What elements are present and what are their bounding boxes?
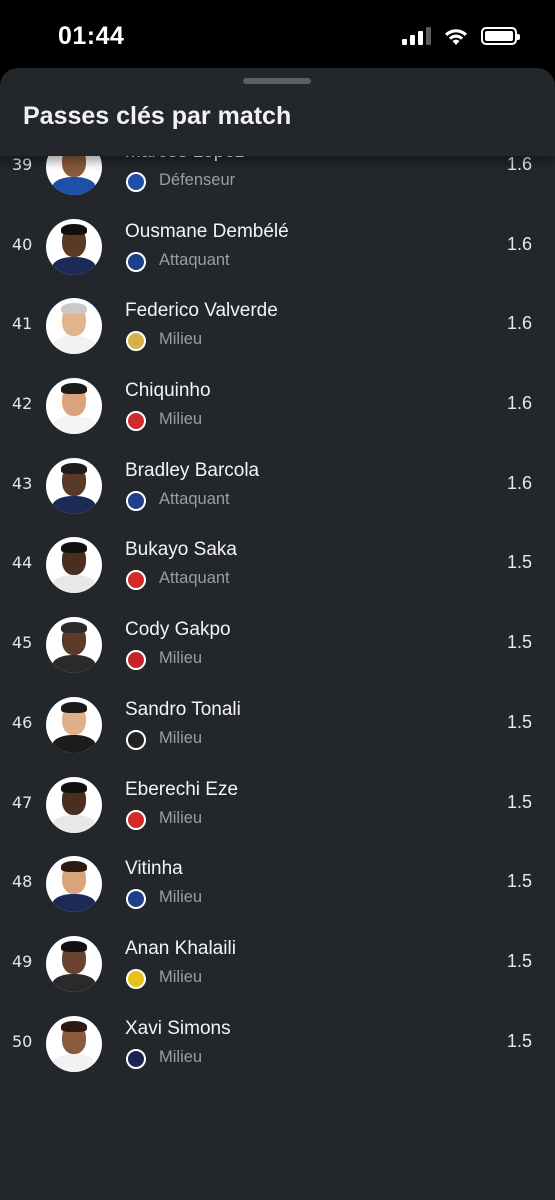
player-avatar (46, 696, 102, 753)
player-position: Milieu (159, 649, 203, 668)
player-name: Bradley Barcola (125, 459, 260, 481)
key-passes-value: 1.6 (506, 393, 532, 414)
player-name: Cody Gakpo (125, 619, 231, 641)
sheet-grabber[interactable] (243, 78, 311, 84)
tottenham-crest-icon (126, 1048, 146, 1069)
player-position: Milieu (159, 410, 203, 429)
player-avatar (46, 1015, 102, 1072)
player-row[interactable]: 43 Bradley Barcola Attaquant 1.6 (0, 447, 555, 527)
key-passes-value: 1.5 (506, 950, 532, 971)
player-position: Défenseur (159, 171, 236, 189)
player-list: 39Marcos LópezDéfenseur1.640Ousmane Demb… (0, 128, 555, 1084)
player-position: Milieu (159, 1047, 203, 1066)
player-position: Milieu (159, 888, 203, 907)
player-rank: 40 (12, 234, 33, 254)
player-rank: 45 (12, 633, 33, 653)
player-avatar (46, 776, 102, 833)
key-passes-value: 1.5 (506, 871, 532, 892)
real-madrid-crest-icon (126, 331, 146, 352)
player-avatar (46, 617, 102, 674)
player-row[interactable]: 41 Federico Valverde Milieu 1.6 (0, 287, 555, 367)
arsenal-crest-icon (126, 570, 146, 591)
key-passes-value: 1.5 (506, 1030, 532, 1051)
battery-icon (481, 27, 520, 45)
player-position: Attaquant (159, 489, 230, 508)
player-position: Attaquant (159, 250, 230, 269)
key-passes-value: 1.6 (506, 472, 532, 493)
player-rank: 49 (12, 951, 33, 971)
player-name: Vitinha (125, 858, 183, 880)
key-passes-value: 1.5 (506, 791, 532, 812)
sheet-header: Passes clés par match (0, 68, 555, 156)
liverpool-crest-icon (126, 650, 146, 671)
player-rank: 48 (12, 872, 33, 892)
player-avatar (46, 457, 102, 514)
player-name: Sandro Tonali (125, 698, 241, 720)
wifi-icon (445, 29, 467, 45)
player-rank: 50 (12, 1031, 33, 1051)
cellular-signal-icon (402, 27, 431, 45)
player-position: Milieu (159, 967, 203, 986)
player-row[interactable]: 47 Eberechi Eze Milieu 1.5 (0, 766, 555, 846)
player-avatar (46, 218, 102, 275)
psg-crest-icon (126, 889, 146, 910)
newcastle-crest-icon (126, 729, 146, 750)
key-passes-value: 1.6 (506, 233, 532, 254)
player-avatar (46, 856, 102, 913)
player-position: Milieu (159, 808, 203, 827)
player-rank: 41 (12, 314, 33, 334)
player-rank: 44 (12, 553, 33, 573)
player-position: Attaquant (159, 569, 230, 588)
player-rank: 46 (12, 712, 33, 732)
psg-crest-icon (126, 251, 146, 272)
union-sg-crest-icon (126, 968, 146, 989)
player-name: Chiquinho (125, 380, 211, 402)
player-avatar (46, 537, 102, 594)
player-row[interactable]: 50 Xavi Simons Milieu 1.5 (0, 1005, 555, 1085)
psg-crest-icon (126, 490, 146, 511)
player-row[interactable]: 49 Anan Khalaili Milieu 1.5 (0, 925, 555, 1005)
player-name: Federico Valverde (125, 300, 278, 322)
player-name: Xavi Simons (125, 1017, 231, 1039)
key-passes-value: 1.6 (506, 313, 532, 334)
player-avatar (46, 378, 102, 435)
key-passes-value: 1.5 (506, 552, 532, 573)
player-avatar (46, 298, 102, 355)
player-name: Anan Khalaili (125, 937, 236, 959)
player-name: Eberechi Eze (125, 778, 239, 800)
status-icons (402, 26, 520, 46)
key-passes-value: 1.6 (506, 154, 532, 174)
key-passes-value: 1.5 (506, 632, 532, 653)
player-position: Milieu (159, 728, 203, 747)
player-rank: 43 (12, 473, 33, 493)
player-row[interactable]: 48 Vitinha Milieu 1.5 (0, 845, 555, 925)
status-bar: 01:44 (0, 0, 555, 68)
status-time: 01:44 (58, 22, 125, 50)
bottom-sheet: 39Marcos LópezDéfenseur1.640Ousmane Demb… (0, 68, 555, 1200)
key-passes-value: 1.5 (506, 711, 532, 732)
player-rank: 47 (12, 792, 33, 812)
player-row[interactable]: 46 Sandro Tonali Milieu 1.5 (0, 686, 555, 766)
player-name: Ousmane Dembélé (125, 220, 289, 242)
player-position: Milieu (159, 330, 203, 349)
player-row[interactable]: 45 Cody Gakpo Milieu 1.5 (0, 606, 555, 686)
olympiacos-crest-icon (126, 411, 146, 432)
player-rank: 39 (12, 155, 33, 174)
fc-copenhagen-crest-icon (126, 172, 146, 192)
player-row[interactable]: 42 Chiquinho Milieu 1.6 (0, 367, 555, 447)
player-row[interactable]: 44 Bukayo Saka Attaquant 1.5 (0, 526, 555, 606)
player-avatar (46, 935, 102, 992)
player-row[interactable]: 40 Ousmane Dembélé Attaquant 1.6 (0, 208, 555, 288)
sheet-title: Passes clés par match (23, 102, 292, 130)
arsenal-crest-icon (126, 809, 146, 830)
player-rank: 42 (12, 394, 33, 414)
player-name: Bukayo Saka (125, 539, 237, 561)
